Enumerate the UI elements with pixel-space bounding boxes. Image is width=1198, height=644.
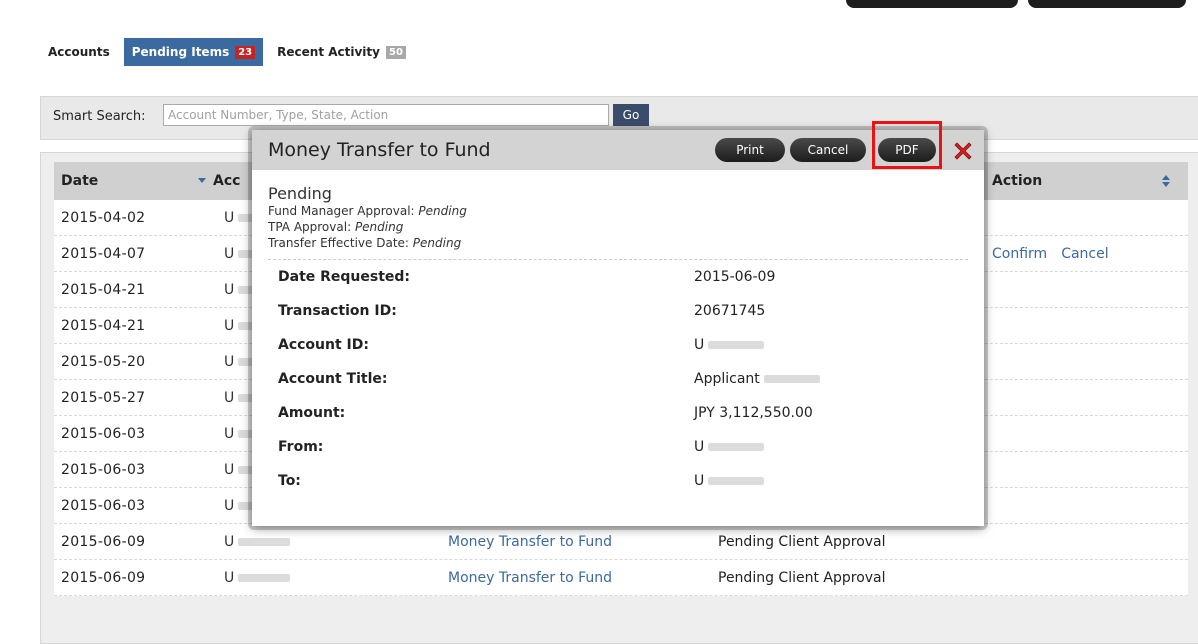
search-label: Smart Search:	[53, 109, 146, 124]
header-date[interactable]: Date	[61, 162, 98, 200]
action-link-cancel[interactable]: Cancel	[1061, 246, 1108, 262]
detail-row: Date Requested: 2015-06-09	[268, 260, 968, 294]
header-account[interactable]: Acc	[213, 162, 240, 200]
cancel-button[interactable]: Cancel	[790, 138, 866, 162]
cell-date: 2015-06-09	[61, 570, 146, 586]
go-button[interactable]: Go	[613, 104, 649, 126]
cell-date: 2015-04-21	[61, 318, 146, 334]
close-icon[interactable]	[951, 139, 975, 163]
redacted-block	[763, 375, 820, 383]
header-action[interactable]: Action	[992, 162, 1042, 200]
detail-label: From:	[278, 439, 324, 455]
redacted-block	[708, 443, 765, 451]
transfer-modal: Money Transfer to Fund Print Cancel PDF …	[252, 121, 984, 526]
tab-label: Pending Items	[131, 45, 230, 59]
cell-type-link[interactable]: Money Transfer to Fund	[448, 560, 612, 596]
detail-row: From: U	[268, 430, 968, 464]
cell-date: 2015-05-20	[61, 354, 146, 370]
cell-date: 2015-06-03	[61, 426, 146, 442]
modal-title: Money Transfer to Fund	[268, 139, 491, 161]
sort-desc-icon[interactable]	[198, 178, 206, 183]
top-action-button-1[interactable]	[846, 0, 1018, 8]
approval-line: Fund Manager Approval: Pending	[268, 204, 467, 218]
redacted-block	[238, 574, 291, 582]
detail-value: U	[694, 430, 765, 464]
redacted-block	[708, 477, 765, 485]
search-input[interactable]	[163, 104, 609, 126]
cell-date: 2015-05-27	[61, 390, 146, 406]
redacted-block	[708, 341, 765, 349]
print-button[interactable]: Print	[715, 138, 785, 162]
tab-accounts[interactable]: Accounts	[40, 38, 118, 66]
detail-row: Account ID: U	[268, 328, 968, 362]
cell-status: Pending Client Approval	[718, 570, 886, 586]
transfer-details: Date Requested: 2015-06-09 Transaction ID:…	[268, 260, 968, 498]
detail-label: Date Requested:	[278, 269, 411, 285]
tab-recent-activity[interactable]: Recent Activity 50	[269, 38, 414, 66]
detail-value: U	[694, 464, 765, 498]
tab-pending-items[interactable]: Pending Items 23	[123, 38, 264, 66]
detail-label: Amount:	[278, 405, 346, 421]
cell-date: 2015-04-02	[61, 210, 146, 226]
top-action-button-2[interactable]	[1028, 0, 1186, 8]
recent-count-badge: 50	[385, 45, 406, 59]
detail-value: JPY 3,112,550.00	[694, 405, 813, 421]
detail-value: Applicant	[694, 362, 820, 396]
detail-value: 2015-06-09	[694, 269, 776, 285]
detail-row: Account Title: Applicant	[268, 362, 968, 396]
approval-line: TPA Approval: Pending	[268, 220, 404, 234]
cell-date: 2015-04-07	[61, 246, 146, 262]
table-row[interactable]: 2015-06-09 U Money Transfer to Fund Pending…	[54, 560, 1188, 596]
cell-date: 2015-06-03	[61, 462, 146, 478]
pdf-highlight-box	[872, 121, 942, 169]
detail-row: To: U	[268, 464, 968, 498]
cell-date: 2015-06-03	[61, 498, 146, 514]
cell-date: 2015-06-09	[61, 534, 146, 550]
tab-label: Accounts	[48, 45, 110, 59]
modal-body: Pending Fund Manager Approval: Pending T…	[252, 170, 984, 512]
tab-label: Recent Activity	[277, 45, 380, 59]
redacted-block	[238, 538, 291, 546]
detail-label: Account ID:	[278, 337, 369, 353]
detail-row: Amount: JPY 3,112,550.00	[268, 396, 968, 430]
approval-line: Transfer Effective Date: Pending	[268, 236, 462, 250]
detail-value: U	[694, 328, 765, 362]
detail-label: Account Title:	[278, 371, 388, 387]
cell-account: U	[224, 560, 291, 596]
detail-label: To:	[278, 473, 301, 489]
sort-icon[interactable]	[1162, 175, 1170, 187]
modal-header: Money Transfer to Fund Print Cancel PDF	[252, 121, 984, 170]
cell-date: 2015-04-21	[61, 282, 146, 298]
pending-count-badge: 23	[235, 45, 256, 59]
tab-bar: Accounts Pending Items 23 Recent Activit…	[40, 37, 420, 67]
detail-label: Transaction ID:	[278, 303, 397, 319]
detail-row: Transaction ID: 20671745	[268, 294, 968, 328]
action-link-confirm[interactable]: Confirm	[992, 246, 1047, 262]
transfer-status: Pending	[268, 184, 332, 203]
detail-value: 20671745	[694, 303, 766, 319]
cell-action: Confirm Cancel	[992, 236, 1123, 272]
